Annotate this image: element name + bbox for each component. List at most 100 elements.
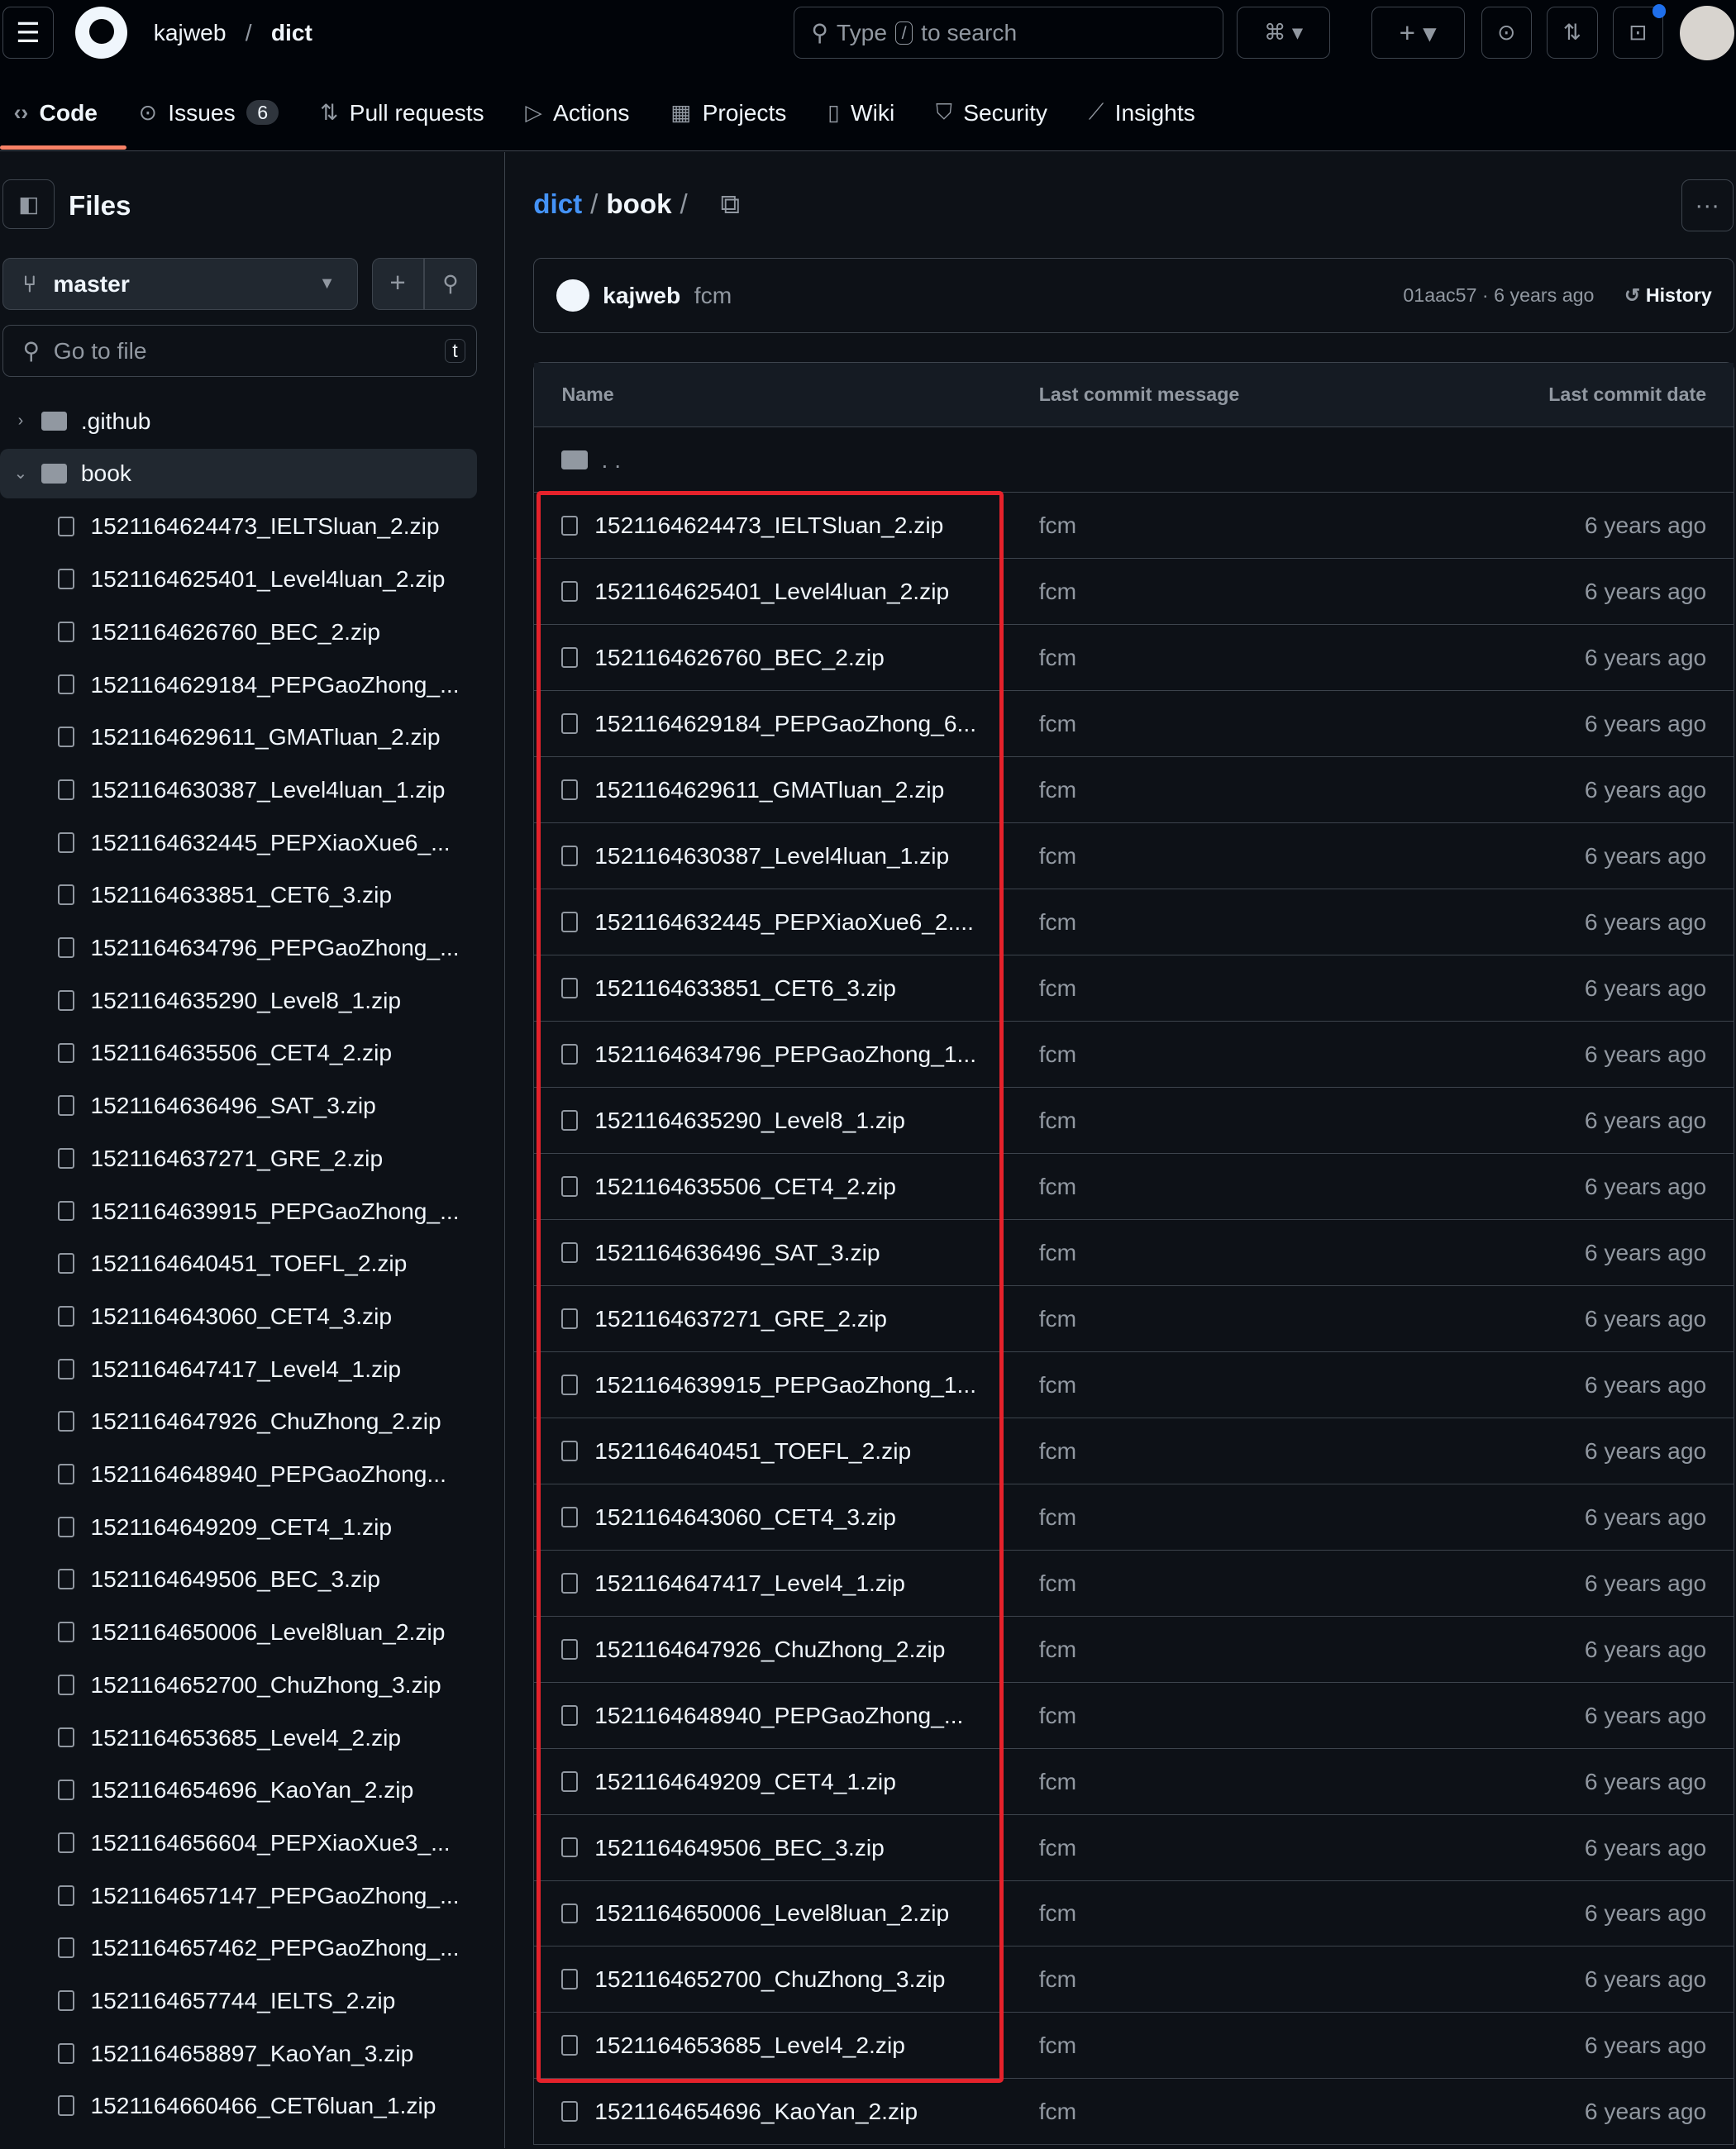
- commit-message-link[interactable]: fcm: [1014, 1966, 1426, 1993]
- copilot-button[interactable]: ⌘ ▾: [1237, 7, 1331, 60]
- file-name-link[interactable]: 1521164652700_ChuZhong_3.zip: [594, 1966, 945, 1993]
- branch-selector[interactable]: ⑂ master ▼: [2, 257, 358, 310]
- tree-file[interactable]: 1521164653685_Level4_2.zip: [0, 1713, 477, 1762]
- tree-file[interactable]: 1521164656604_PEPXiaoXue3_...: [0, 1818, 477, 1868]
- tab-security[interactable]: ⛉ Security: [936, 85, 1047, 140]
- collapse-sidebar-button[interactable]: ◧: [2, 179, 55, 229]
- tree-file[interactable]: 1521164658897_KaoYan_3.zip: [0, 2028, 477, 2078]
- menu-button[interactable]: ☰: [2, 7, 54, 60]
- tree-file[interactable]: 1521164648940_PEPGaoZhong...: [0, 1450, 477, 1499]
- file-name-link[interactable]: 1521164636496_SAT_3.zip: [594, 1239, 880, 1266]
- tab-wiki[interactable]: ▯ Wiki: [827, 85, 894, 140]
- tree-file[interactable]: 1521164640451_TOEFL_2.zip: [0, 1239, 477, 1289]
- file-name-link[interactable]: 1521164635506_CET4_2.zip: [594, 1173, 896, 1200]
- commit-message-link[interactable]: fcm: [1014, 1173, 1426, 1200]
- file-name-link[interactable]: 1521164633851_CET6_3.zip: [594, 974, 896, 1002]
- commit-message-link[interactable]: fcm: [1014, 2032, 1426, 2059]
- file-name-link[interactable]: 1521164653685_Level4_2.zip: [594, 2032, 905, 2059]
- commit-message-link[interactable]: fcm: [1014, 578, 1426, 605]
- commit-message-link[interactable]: fcm: [1014, 2098, 1426, 2125]
- tree-file[interactable]: 1521164654696_KaoYan_2.zip: [0, 1765, 477, 1815]
- commit-message-link[interactable]: fcm: [1014, 1239, 1426, 1266]
- commit-message-link[interactable]: fcm: [1014, 908, 1426, 936]
- commit-message-link[interactable]: fcm: [1014, 842, 1426, 870]
- tab-insights[interactable]: ⟋ Insights: [1089, 85, 1195, 140]
- commit-author[interactable]: kajweb: [603, 282, 680, 309]
- commit-message-link[interactable]: fcm: [1014, 1371, 1426, 1399]
- commit-message-link[interactable]: fcm: [1014, 1899, 1426, 1927]
- tree-file[interactable]: 1521164624473_IELTSluan_2.zip: [0, 502, 477, 551]
- breadcrumb-root-link[interactable]: dict: [533, 189, 582, 221]
- tree-file[interactable]: 1521164634796_PEPGaoZhong_...: [0, 923, 477, 973]
- commit-message-link[interactable]: fcm: [1014, 1107, 1426, 1134]
- file-name-link[interactable]: 1521164635290_Level8_1.zip: [594, 1107, 905, 1134]
- file-name-link[interactable]: 1521164643060_CET4_3.zip: [594, 1503, 896, 1531]
- avatar[interactable]: [1680, 5, 1735, 60]
- file-name-link[interactable]: 1521164625401_Level4luan_2.zip: [594, 578, 949, 605]
- tree-folder[interactable]: ⌄ book: [0, 449, 478, 498]
- tree-file[interactable]: 1521164635506_CET4_2.zip: [0, 1028, 477, 1078]
- file-name-link[interactable]: 1521164647417_Level4_1.zip: [594, 1570, 905, 1597]
- tree-file[interactable]: 1521164636496_SAT_3.zip: [0, 1081, 477, 1131]
- tab-issues[interactable]: ⊙ Issues 6: [139, 85, 279, 140]
- commit-message-link[interactable]: fcm: [1014, 1503, 1426, 1531]
- more-options-button[interactable]: ···: [1681, 179, 1734, 232]
- file-name-link[interactable]: 1521164624473_IELTSluan_2.zip: [594, 512, 943, 539]
- file-name-link[interactable]: 1521164634796_PEPGaoZhong_1...: [594, 1041, 976, 1068]
- repo-link[interactable]: dict: [271, 19, 312, 46]
- tree-file[interactable]: 1521164649209_CET4_1.zip: [0, 1502, 477, 1551]
- tree-file[interactable]: 1521164643060_CET4_3.zip: [0, 1292, 477, 1341]
- owner-link[interactable]: kajweb: [154, 19, 227, 46]
- tree-file[interactable]: 1521164657147_PEPGaoZhong_...: [0, 1870, 477, 1920]
- commit-message-link[interactable]: fcm: [1014, 1305, 1426, 1332]
- file-name-link[interactable]: 1521164647926_ChuZhong_2.zip: [594, 1636, 945, 1663]
- tree-file[interactable]: 1521164632445_PEPXiaoXue6_...: [0, 817, 477, 867]
- tree-file[interactable]: 1521164657462_PEPGaoZhong_...: [0, 1923, 477, 1973]
- commit-message[interactable]: fcm: [694, 282, 732, 309]
- tree-file[interactable]: 1521164649506_BEC_3.zip: [0, 1555, 477, 1604]
- commit-message-link[interactable]: fcm: [1014, 1834, 1426, 1861]
- file-name-link[interactable]: 1521164648940_PEPGaoZhong_...: [594, 1702, 963, 1729]
- commit-message-link[interactable]: fcm: [1014, 644, 1426, 671]
- history-button[interactable]: ↺ History: [1624, 284, 1712, 307]
- tab-actions[interactable]: ▷ Actions: [525, 85, 629, 140]
- tab-code[interactable]: ‹› Code: [14, 85, 98, 140]
- file-name-link[interactable]: 1521164629611_GMATluan_2.zip: [594, 776, 944, 803]
- tree-file[interactable]: 1521164637271_GRE_2.zip: [0, 1133, 477, 1183]
- search-input[interactable]: ⚲ Type / to search: [794, 7, 1223, 60]
- commit-message-link[interactable]: fcm: [1014, 1636, 1426, 1663]
- tree-file[interactable]: 1521164635290_Level8_1.zip: [0, 975, 477, 1025]
- commit-hash-time[interactable]: 01aac57 · 6 years ago: [1403, 284, 1594, 307]
- commit-message-link[interactable]: fcm: [1014, 1041, 1426, 1068]
- file-name-link[interactable]: 1521164626760_BEC_2.zip: [594, 644, 885, 671]
- tree-file[interactable]: 1521164652700_ChuZhong_3.zip: [0, 1660, 477, 1709]
- tree-file[interactable]: 1521164625401_Level4luan_2.zip: [0, 555, 477, 604]
- tree-file[interactable]: 1521164657744_IELTS_2.zip: [0, 1976, 477, 2026]
- file-name-link[interactable]: 1521164637271_GRE_2.zip: [594, 1305, 887, 1332]
- commit-message-link[interactable]: fcm: [1014, 710, 1426, 737]
- github-logo-icon[interactable]: [75, 7, 128, 60]
- tree-file[interactable]: 1521164626760_BEC_2.zip: [0, 608, 477, 657]
- go-to-file-input[interactable]: ⚲ Go to file t: [2, 325, 478, 378]
- tree-file[interactable]: 1521164629184_PEPGaoZhong_...: [0, 660, 477, 709]
- tab-pull-requests[interactable]: ⇅ Pull requests: [320, 85, 484, 140]
- create-new-button[interactable]: + ▾: [1371, 7, 1465, 60]
- file-name-link[interactable]: 1521164654696_KaoYan_2.zip: [594, 2098, 918, 2125]
- commit-message-link[interactable]: fcm: [1014, 1437, 1426, 1465]
- tree-file[interactable]: 1521164633851_CET6_3.zip: [0, 870, 477, 920]
- file-name-link[interactable]: 1521164632445_PEPXiaoXue6_2....: [594, 908, 974, 936]
- tree-file[interactable]: 1521164630387_Level4luan_1.zip: [0, 765, 477, 815]
- tree-file[interactable]: 1521164650006_Level8luan_2.zip: [0, 1608, 477, 1657]
- file-name-link[interactable]: 1521164649209_CET4_1.zip: [594, 1768, 896, 1795]
- commit-message-link[interactable]: fcm: [1014, 776, 1426, 803]
- commit-message-link[interactable]: fcm: [1014, 1702, 1426, 1729]
- file-name-link[interactable]: 1521164629184_PEPGaoZhong_6...: [594, 710, 976, 737]
- tree-file[interactable]: 1521164647417_Level4_1.zip: [0, 1344, 477, 1394]
- search-files-button[interactable]: ⚲: [423, 257, 478, 310]
- tree-file[interactable]: 1521164660466_CET6luan_1.zip: [0, 2081, 477, 2131]
- file-name-link[interactable]: 1521164650006_Level8luan_2.zip: [594, 1899, 949, 1927]
- commit-message-link[interactable]: fcm: [1014, 1570, 1426, 1597]
- commit-message-link[interactable]: fcm: [1014, 1768, 1426, 1795]
- tree-file[interactable]: 1521164639915_PEPGaoZhong_...: [0, 1186, 477, 1236]
- commit-message-link[interactable]: fcm: [1014, 512, 1426, 539]
